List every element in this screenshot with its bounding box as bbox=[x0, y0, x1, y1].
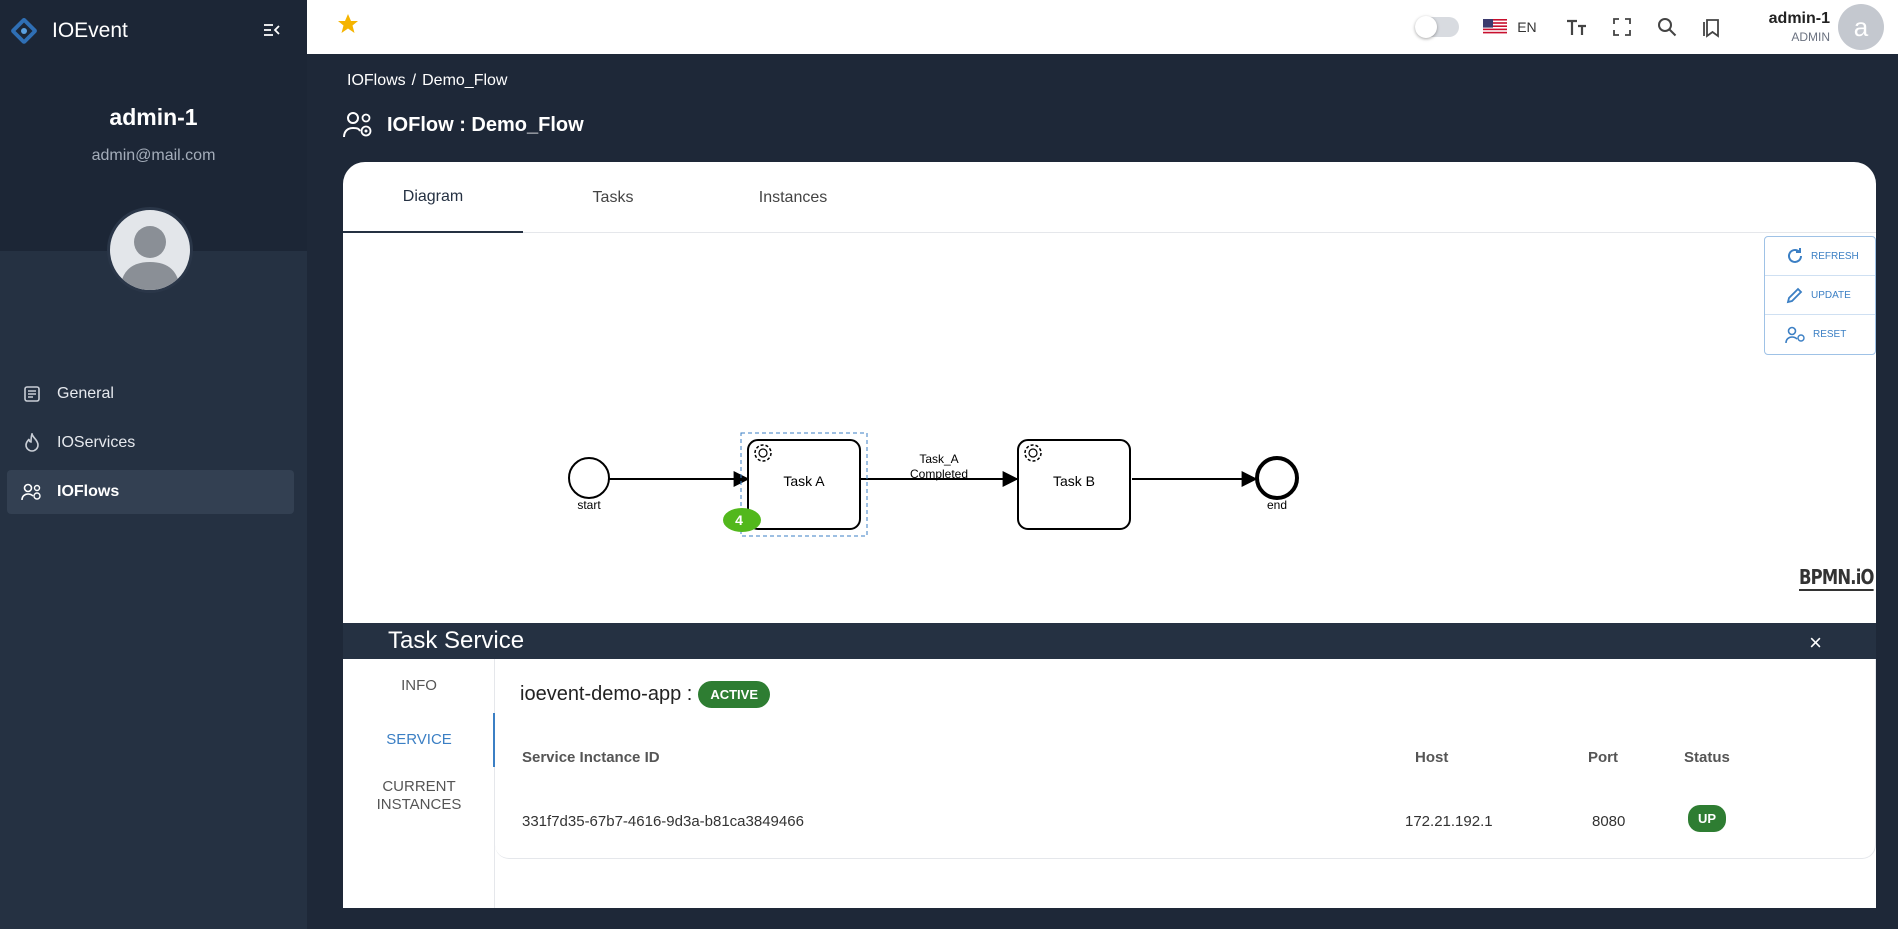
task-service-title: Task Service bbox=[388, 627, 525, 654]
task-service-panel: INFO SERVICE CURRENT INSTANCES ioevent-d… bbox=[343, 659, 1876, 929]
task-a-label: Task A bbox=[783, 473, 825, 489]
column-header-status: Status bbox=[1684, 749, 1730, 766]
bpmn-diagram: start Task A Task_A Completed Task B end bbox=[568, 432, 1299, 537]
language-code: EN bbox=[1517, 19, 1537, 35]
tab-current-instances[interactable]: CURRENT INSTANCES bbox=[343, 778, 495, 814]
service-instance-id: 331f7d35-67b7-4616-9d3a-b81ca3849466 bbox=[522, 813, 804, 830]
sidebar-item-general[interactable]: General bbox=[7, 372, 294, 416]
column-header-host: Host bbox=[1415, 749, 1449, 766]
app-name: IOEvent bbox=[52, 19, 128, 42]
users-gear-icon bbox=[1785, 326, 1805, 343]
task-service-header: Task Service × bbox=[343, 623, 1876, 659]
breadcrumb: IOFlows / Demo_Flow bbox=[347, 72, 507, 90]
service-port: 8080 bbox=[1592, 813, 1626, 830]
end-event[interactable] bbox=[1255, 456, 1299, 500]
tab-current-instances-line2: INSTANCES bbox=[376, 796, 462, 813]
footer-bar bbox=[307, 908, 1898, 929]
tab-instances[interactable]: Instances bbox=[703, 162, 883, 233]
refresh-icon bbox=[1788, 248, 1802, 263]
page-title-text: IOFlow : Demo_Flow bbox=[387, 113, 584, 136]
update-label: UPDATE bbox=[1811, 289, 1851, 301]
page-title: IOFlow : Demo_Flow bbox=[343, 110, 584, 140]
topbar: EN admin-1 ADMIN a bbox=[307, 0, 1898, 54]
document-icon bbox=[21, 383, 43, 405]
pencil-icon bbox=[1786, 287, 1803, 304]
end-label: end bbox=[1267, 498, 1287, 512]
sidebar-item-label: IOFlows bbox=[57, 483, 120, 500]
users-gear-icon bbox=[21, 481, 43, 503]
service-host: 172.21.192.1 bbox=[1405, 813, 1493, 830]
ioevent-logo-icon bbox=[11, 18, 37, 44]
main-card: Diagram Tasks Instances start Task A Tas… bbox=[343, 162, 1876, 929]
sidebar-item-label: IOServices bbox=[57, 434, 136, 451]
column-header-id: Service Inctance ID bbox=[522, 749, 660, 766]
profile-name: admin-1 bbox=[109, 104, 198, 130]
task-b-label: Task B bbox=[1053, 473, 1095, 489]
service-app-name: ioevent-demo-app : bbox=[520, 683, 693, 705]
user-name: admin-1 bbox=[1768, 10, 1830, 27]
update-button[interactable]: UPDATE bbox=[1765, 276, 1875, 315]
brand[interactable]: IOEvent bbox=[10, 16, 128, 46]
column-header-port: Port bbox=[1588, 749, 1618, 766]
sidebar-item-ioflows[interactable]: IOFlows bbox=[7, 470, 294, 514]
breadcrumb-separator: / bbox=[411, 72, 417, 89]
bpmn-io-watermark[interactable]: BPMN.iO bbox=[1799, 565, 1874, 591]
start-label: start bbox=[577, 498, 601, 512]
breadcrumb-current: Demo_Flow bbox=[422, 72, 508, 89]
tab-bar: Diagram Tasks Instances bbox=[343, 162, 1876, 233]
breadcrumb-root[interactable]: IOFlows bbox=[347, 72, 406, 90]
reset-label: RESET bbox=[1813, 329, 1847, 340]
status-badge: UP bbox=[1688, 805, 1727, 832]
tab-service[interactable]: SERVICE bbox=[343, 731, 495, 749]
us-flag-icon bbox=[1483, 19, 1508, 35]
sidebar-item-label: General bbox=[57, 385, 114, 402]
language-selector[interactable]: EN bbox=[1483, 19, 1537, 35]
tab-current-instances-line1: CURRENT bbox=[382, 778, 456, 795]
task-service-nav: INFO SERVICE CURRENT INSTANCES bbox=[343, 659, 495, 929]
tab-info[interactable]: INFO bbox=[343, 677, 495, 695]
tab-tasks[interactable]: Tasks bbox=[523, 162, 703, 233]
collapse-sidebar-icon[interactable] bbox=[262, 20, 282, 40]
edge-label-line1: Task_A bbox=[919, 452, 958, 466]
service-header: ioevent-demo-app : ACTIVE bbox=[520, 681, 770, 708]
text-size-icon[interactable] bbox=[1565, 15, 1589, 39]
diagram-actions: REFRESH UPDATE RESET bbox=[1764, 236, 1876, 355]
star-icon[interactable] bbox=[336, 12, 360, 36]
user-menu[interactable]: admin-1 ADMIN bbox=[1769, 10, 1830, 44]
users-gear-icon bbox=[343, 112, 372, 138]
profile-email: admin@mail.com bbox=[91, 147, 216, 164]
topbar-actions: EN admin-1 ADMIN a bbox=[1415, 0, 1898, 54]
toggle-knob bbox=[1415, 16, 1438, 38]
theme-toggle[interactable] bbox=[1415, 16, 1460, 38]
close-icon[interactable]: × bbox=[1809, 630, 1822, 656]
sidebar-nav: General IOServices IOFlows bbox=[7, 372, 294, 519]
sidebar-item-ioservices[interactable]: IOServices bbox=[7, 421, 294, 465]
service-card: ioevent-demo-app : ACTIVE Service Inctan… bbox=[495, 659, 1876, 859]
sidebar: IOEvent admin-1 admin@mail.com General I… bbox=[0, 0, 307, 929]
refresh-label: REFRESH bbox=[1811, 250, 1859, 262]
user-silhouette-icon bbox=[120, 226, 180, 290]
start-event[interactable] bbox=[568, 457, 610, 499]
reset-button[interactable]: RESET bbox=[1765, 315, 1875, 354]
refresh-button[interactable]: REFRESH bbox=[1765, 237, 1875, 276]
instance-count: 4 bbox=[735, 512, 743, 528]
fire-icon bbox=[21, 432, 43, 454]
bookmarks-icon[interactable] bbox=[1700, 15, 1724, 39]
bpmn-canvas[interactable]: start Task A Task_A Completed Task B end bbox=[343, 233, 1876, 623]
edge-label-line2: Completed bbox=[910, 467, 968, 481]
profile-avatar bbox=[107, 207, 193, 293]
search-icon[interactable] bbox=[1655, 15, 1679, 39]
fullscreen-icon[interactable] bbox=[1610, 15, 1634, 39]
user-role: ADMIN bbox=[1791, 30, 1830, 44]
avatar[interactable]: a bbox=[1838, 4, 1884, 50]
status-badge: ACTIVE bbox=[698, 681, 770, 708]
tab-diagram[interactable]: Diagram bbox=[343, 162, 523, 233]
